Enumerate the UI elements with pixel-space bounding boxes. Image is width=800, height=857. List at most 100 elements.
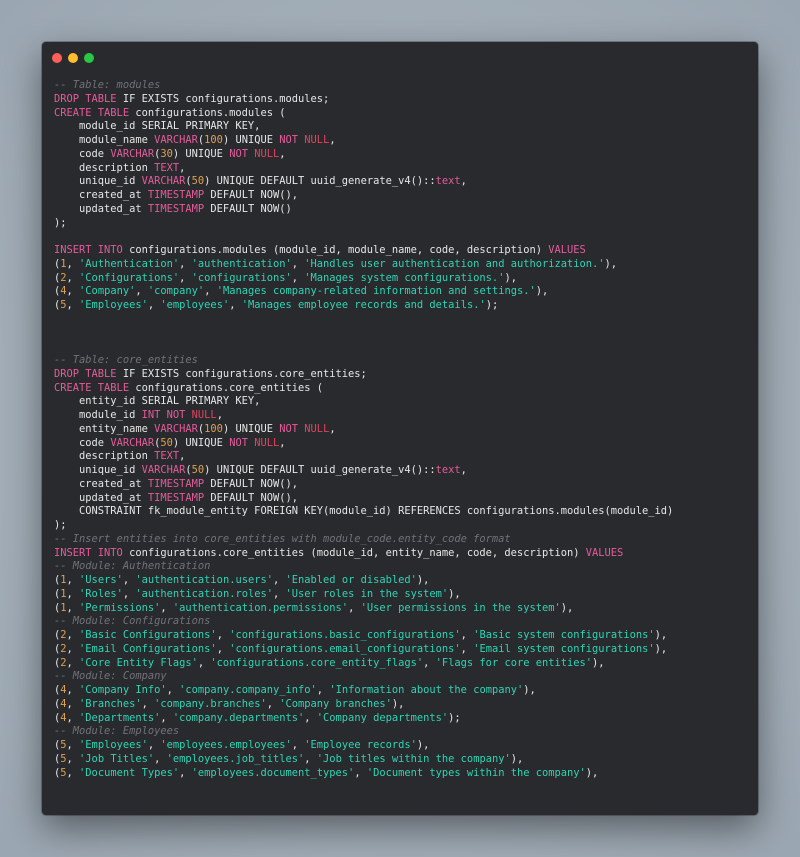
code-line: updated_at TIMESTAMP DEFAULT NOW(), <box>54 492 750 506</box>
code-line: (1, 'Authentication', 'authentication', … <box>54 258 750 272</box>
code-text: ), <box>535 285 549 298</box>
code-text: configurations.core_entities (module_id,… <box>122 546 586 559</box>
code-line: -- Module: Configurations <box>54 615 750 629</box>
code-string: 'Employees' <box>79 739 148 751</box>
code-text: , <box>179 161 186 174</box>
code-text: unique_id <box>54 175 142 188</box>
code-string: 'configurations' <box>191 271 292 284</box>
code-text: description <box>54 450 155 463</box>
code-text: ), <box>416 574 430 586</box>
code-text: , <box>66 271 80 284</box>
code-string: 'employees.employees' <box>160 739 292 751</box>
code-number: 50 <box>191 464 205 476</box>
code-keyword: INSERT INTO <box>54 244 123 256</box>
code-string: 'Core Entity Flags' <box>79 656 198 669</box>
code-text: updated_at <box>54 491 148 504</box>
code-keyword: NOT <box>229 147 248 160</box>
code-string: 'Employees' <box>79 299 148 311</box>
code-block: -- Table: modules DROP TABLE IF EXISTS co… <box>54 79 750 780</box>
code-string: 'Departments' <box>79 711 161 724</box>
code-text: , <box>179 271 192 284</box>
code-text: , <box>66 752 80 765</box>
code-text: ), <box>510 752 524 765</box>
code-line: CREATE TABLE configurations.modules ( <box>54 107 750 121</box>
code-text: , <box>204 285 217 298</box>
code-text: , <box>348 601 361 614</box>
code-line: entity_id SERIAL PRIMARY KEY, <box>54 395 750 409</box>
code-keyword: VARCHAR <box>154 422 198 435</box>
code-string: 'Basic system configurations' <box>473 629 655 641</box>
code-string: 'employees' <box>160 299 230 311</box>
close-button[interactable] <box>52 53 62 63</box>
code-line: (1, 'Users', 'authentication.users', 'En… <box>54 574 750 588</box>
code-comment: -- Module: Configurations <box>54 615 211 628</box>
code-keyword: DROP TABLE <box>54 367 117 380</box>
maximize-button[interactable] <box>84 53 94 63</box>
code-text: unique_id <box>54 464 142 476</box>
code-text: , <box>66 766 80 779</box>
code-text: , <box>273 574 286 586</box>
code-text: configurations.core_entities ( <box>129 381 324 394</box>
code-text: , <box>179 766 192 779</box>
code-number: 100 <box>204 134 223 146</box>
code-keyword: VARCHAR <box>110 436 155 449</box>
code-comment: -- Insert entities into core_entities wi… <box>54 532 511 545</box>
code-null: NULL <box>254 436 280 449</box>
code-keyword: text <box>435 464 461 476</box>
code-text: ), <box>560 601 574 614</box>
code-string: 'authentication' <box>191 257 292 270</box>
code-keyword: NOT <box>229 436 248 449</box>
code-comment: -- Table: core_entities <box>54 354 198 366</box>
code-string: 'Company' <box>79 285 136 298</box>
code-line: (5, 'Employees', 'employees.employees', … <box>54 739 750 753</box>
code-line: module_id INT NOT NULL, <box>54 409 750 423</box>
code-line: DROP TABLE IF EXISTS configurations.modu… <box>54 93 750 107</box>
code-text: , <box>66 739 80 751</box>
code-line: entity_name VARCHAR(100) UNIQUE NOT NULL… <box>54 423 750 437</box>
code-text: , <box>316 684 330 696</box>
code-text: , <box>154 752 167 765</box>
code-string: 'Basic Configurations' <box>79 629 217 641</box>
code-text: , <box>229 299 242 311</box>
code-comment: -- Table: modules <box>54 79 161 91</box>
code-text: updated_at <box>54 202 148 215</box>
minimize-button[interactable] <box>68 53 78 63</box>
code-line: unique_id VARCHAR(50) UNIQUE DEFAULT uui… <box>54 175 750 189</box>
code-comment: -- Module: Employees <box>54 725 180 738</box>
code-line: (2, 'Basic Configurations', 'configurati… <box>54 629 750 643</box>
code-keyword: TEXT <box>154 450 180 463</box>
code-line: created_at TIMESTAMP DEFAULT NOW(), <box>54 478 750 492</box>
code-text: ); <box>54 519 67 531</box>
code-string: 'company' <box>147 285 205 298</box>
code-line: (2, 'Configurations', 'configurations', … <box>54 272 750 286</box>
code-text: ), <box>654 642 668 655</box>
code-string: 'Enabled or disabled' <box>285 574 417 586</box>
code-line: -- Module: Employees <box>54 725 750 739</box>
code-string: 'employees.job_titles' <box>166 752 305 765</box>
code-text: , <box>160 601 173 614</box>
code-text: , <box>304 752 317 765</box>
code-keyword: TIMESTAMP <box>147 477 205 490</box>
code-line: (4, 'Branches', 'company.branches', 'Com… <box>54 698 750 712</box>
code-number: 30 <box>160 147 173 160</box>
code-string: 'Email system configurations' <box>473 642 655 655</box>
code-text: , <box>291 271 305 284</box>
code-string: 'company.branches' <box>154 697 267 710</box>
code-text: code <box>54 147 111 160</box>
code-text: ), <box>523 684 536 696</box>
code-text: , <box>147 299 161 311</box>
code-string: 'authentication.users' <box>135 574 273 586</box>
code-text: , <box>329 134 336 146</box>
code-text: entity_id SERIAL PRIMARY KEY, <box>54 395 261 408</box>
code-line: (4, 'Company Info', 'company.company_inf… <box>54 684 750 698</box>
code-line: CONSTRAINT fk_module_entity FOREIGN KEY(… <box>54 505 750 519</box>
code-line: created_at TIMESTAMP DEFAULT NOW(), <box>54 189 750 203</box>
code-string: 'Authentication' <box>79 257 180 270</box>
code-text: , <box>216 642 230 655</box>
code-text: ), <box>504 271 517 284</box>
code-number: 50 <box>160 436 173 449</box>
code-null: NULL <box>304 134 330 146</box>
code-null: NULL <box>191 409 217 421</box>
code-text: , <box>291 257 305 270</box>
code-line: CREATE TABLE configurations.core_entitie… <box>54 382 750 396</box>
